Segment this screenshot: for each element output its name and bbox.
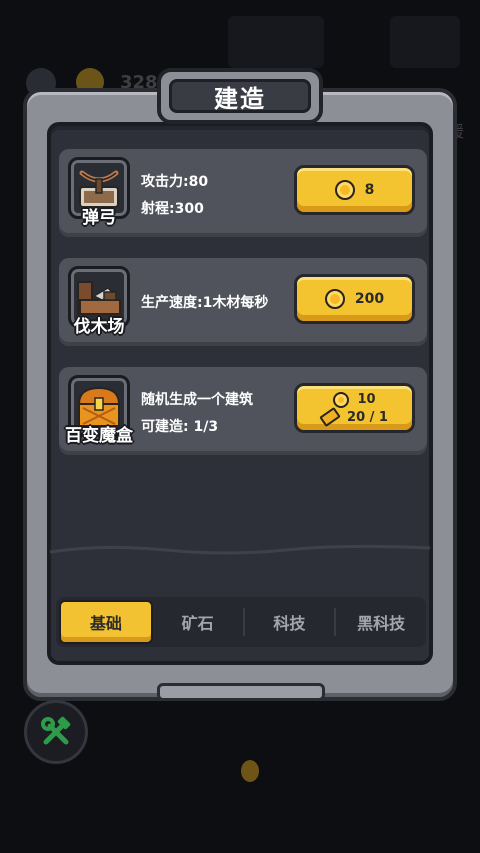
buy-lumber-mill-button[interactable]: 200 [294, 274, 415, 324]
hammer-wrench-icon [41, 716, 71, 745]
coin-icon [333, 391, 350, 408]
coin-icon [334, 180, 355, 200]
buy-slingshot-button[interactable]: 8 [294, 165, 415, 215]
buy-mystery-box-button[interactable]: 10 20 / 1 [294, 383, 415, 433]
ticket-cost-row: 20 / 1 [319, 406, 388, 428]
wave-divider [49, 544, 431, 555]
title-plate: 建造 [157, 68, 323, 124]
category-tabs: 基础 矿石 科技 黑科技 [56, 597, 426, 647]
build-card-lumber-mill[interactable]: 伐木场 生产速度:1木材每秒 200 [59, 258, 427, 346]
build-card-mystery-box[interactable]: 百变魔盒 随机生成一个建筑 可建造: 1/3 10 20 / 1 [59, 367, 427, 455]
build-card-slingshot[interactable]: 弹弓 攻击力:80 射程:300 8 [59, 149, 427, 237]
coin-cost-label: 10 [357, 392, 376, 407]
cost-label: 200 [354, 291, 385, 307]
coin-icon [324, 289, 345, 309]
ticket-cost-label: 20 / 1 [347, 409, 388, 425]
card-stat: 随机生成一个建筑 [141, 392, 253, 408]
card-name: 伐木场 [73, 317, 125, 337]
panel-bottom-bar [157, 683, 325, 701]
cost-label: 8 [364, 182, 375, 198]
card-name: 弹弓 [82, 208, 116, 228]
coin-icon [241, 760, 259, 782]
coin-cost-row: 10 [333, 391, 376, 408]
card-name: 百变魔盒 [65, 426, 133, 446]
ticket-icon [319, 406, 341, 428]
card-stat: 可建造: 1/3 [141, 419, 219, 435]
build-tool-button[interactable] [24, 700, 88, 764]
background-block [390, 16, 460, 68]
panel-title: 建造 [169, 79, 311, 113]
card-stat: 射程:300 [141, 201, 204, 217]
tab-tech[interactable]: 科技 [245, 600, 335, 644]
card-stat: 生产速度:1木材每秒 [141, 295, 269, 311]
tab-basic[interactable]: 基础 [59, 600, 153, 644]
background-block [228, 16, 324, 68]
card-stat: 攻击力:80 [141, 174, 209, 190]
cost-rows: 10 20 / 1 [319, 391, 388, 428]
tab-ore[interactable]: 矿石 [153, 600, 243, 644]
tab-black-tech[interactable]: 黑科技 [336, 600, 426, 644]
